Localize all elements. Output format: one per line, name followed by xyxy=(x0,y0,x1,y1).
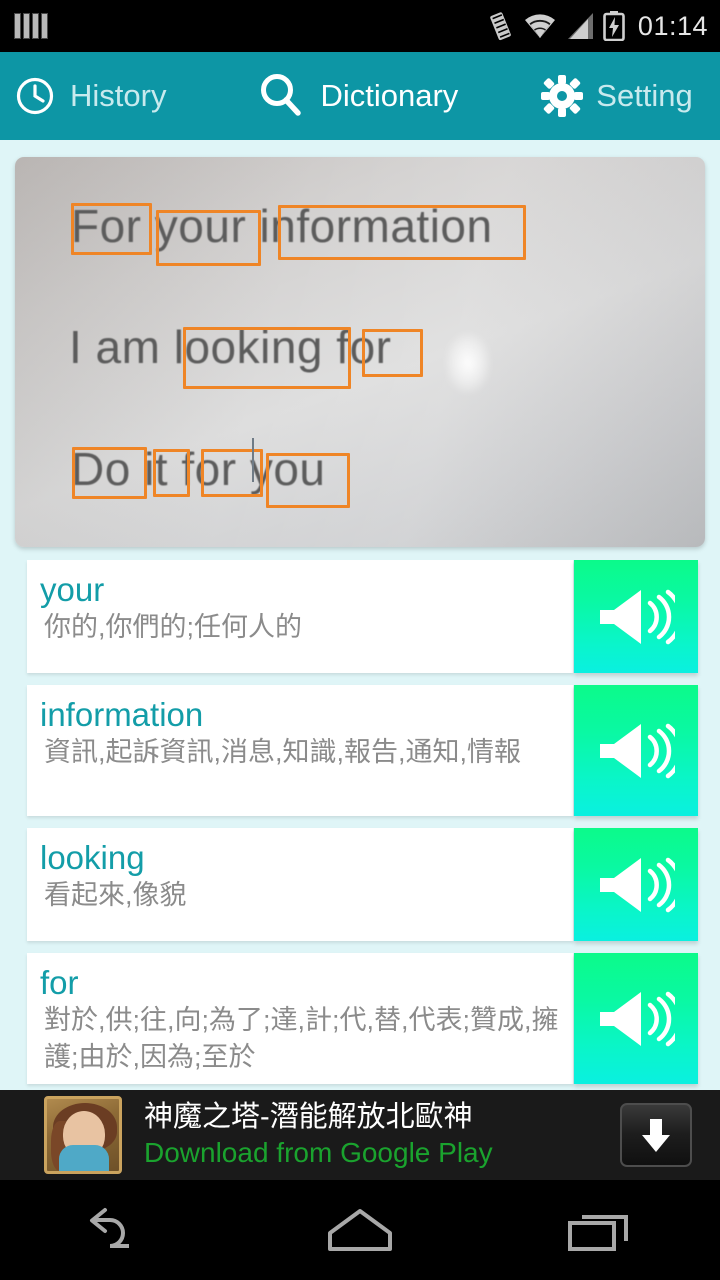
status-icons: 01:14 xyxy=(488,11,720,42)
status-clock: 01:14 xyxy=(637,10,708,41)
result-card-body[interactable]: your 你的,你們的;任何人的 xyxy=(27,560,573,673)
speak-button[interactable] xyxy=(574,953,698,1084)
action-bar: History Dictionary Setting xyxy=(0,52,720,140)
list-item[interactable]: information 資訊,起訴資訊,消息,知識,報告,通知,情報 xyxy=(0,685,720,816)
result-word: for xyxy=(40,964,79,1001)
recents-icon xyxy=(568,1215,628,1251)
ad-app-icon xyxy=(44,1096,122,1174)
result-word: looking xyxy=(40,839,145,876)
signal-icon xyxy=(566,12,594,40)
result-card-body[interactable]: looking 看起來,像貌 xyxy=(27,828,573,941)
clock-icon xyxy=(12,73,58,119)
speak-button[interactable] xyxy=(574,685,698,816)
result-word: your xyxy=(40,571,105,608)
download-arrow-icon xyxy=(642,1119,670,1152)
speak-button[interactable] xyxy=(574,560,698,673)
result-word: information xyxy=(40,696,204,733)
nav-recents-button[interactable] xyxy=(480,1180,720,1280)
ad-content[interactable]: 神魔之塔-潛能解放北歐神 Download from Google Play xyxy=(44,1092,720,1178)
result-definition: 對於,供;往,向;為了;達,計;代,替,代表;贊成,擁護;由於,因為;至於 xyxy=(44,1005,559,1072)
preview-glare xyxy=(445,332,491,394)
list-item[interactable]: your 你的,你們的;任何人的 xyxy=(0,560,720,673)
nav-home-button[interactable] xyxy=(240,1180,480,1280)
home-icon xyxy=(328,1209,392,1251)
ad-banner[interactable]: 神魔之塔-潛能解放北歐神 Download from Google Play xyxy=(0,1090,720,1180)
tab-dictionary[interactable]: Dictionary xyxy=(254,52,458,140)
ad-download-button[interactable] xyxy=(620,1103,692,1167)
nav-back-button[interactable] xyxy=(0,1180,240,1280)
tab-dictionary-label: Dictionary xyxy=(320,78,459,113)
status-bar: 01:14 xyxy=(0,0,720,52)
tab-history-label: History xyxy=(70,78,167,113)
speaker-icon xyxy=(600,589,675,644)
ocr-text-line-3: Do it for you xyxy=(71,443,326,495)
result-definition: 看起來,像貌 xyxy=(44,880,187,910)
gear-icon xyxy=(540,74,584,118)
notification-bars-icon xyxy=(0,13,48,39)
text-caret xyxy=(252,438,254,482)
ocr-text-line-1: For your information xyxy=(71,200,493,252)
result-definition: 資訊,起訴資訊,消息,知識,報告,通知,情報 xyxy=(44,737,522,767)
phone-screen: 01:14 History Dictionary Setting For you… xyxy=(0,0,720,1280)
result-card-body[interactable]: for 對於,供;往,向;為了;達,計;代,替,代表;贊成,擁護;由於,因為;至… xyxy=(27,953,573,1084)
wifi-icon xyxy=(523,12,557,40)
list-item[interactable]: for 對於,供;往,向;為了;達,計;代,替,代表;贊成,擁護;由於,因為;至… xyxy=(0,953,720,1084)
camera-preview[interactable]: For your information I am looking for Do… xyxy=(15,157,705,547)
back-icon xyxy=(90,1208,129,1248)
tab-setting[interactable]: Setting xyxy=(540,52,693,140)
result-card-body[interactable]: information 資訊,起訴資訊,消息,知識,報告,通知,情報 xyxy=(27,685,573,816)
speaker-icon xyxy=(600,723,675,778)
system-nav-bar xyxy=(0,1180,720,1280)
ad-title: 神魔之塔-潛能解放北歐神 xyxy=(144,1101,473,1133)
tab-history[interactable]: History xyxy=(0,52,166,140)
result-definition: 你的,你們的;任何人的 xyxy=(44,612,303,642)
ad-text-block: 神魔之塔-潛能解放北歐神 Download from Google Play xyxy=(144,1099,493,1171)
speaker-icon xyxy=(600,991,675,1046)
list-item[interactable]: looking 看起來,像貌 xyxy=(0,828,720,941)
ad-subtitle: Download from Google Play xyxy=(144,1137,493,1168)
speak-button[interactable] xyxy=(574,828,698,941)
vibrate-icon xyxy=(488,11,514,41)
battery-charging-icon xyxy=(603,11,625,41)
speaker-icon xyxy=(600,857,675,912)
ocr-text-line-2: I am looking for xyxy=(69,321,392,373)
tab-setting-label: Setting xyxy=(596,78,693,113)
search-icon xyxy=(254,69,308,123)
